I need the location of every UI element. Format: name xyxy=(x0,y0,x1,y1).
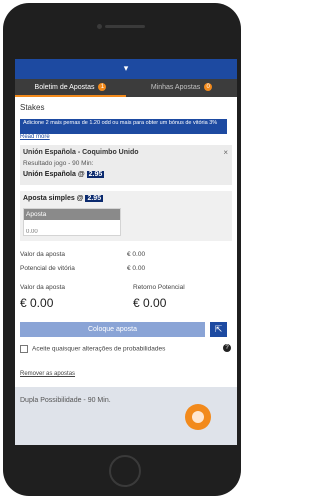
pick-label: Unión Española @ xyxy=(23,171,85,178)
stake-label: Aposta xyxy=(24,209,120,220)
chat-button[interactable] xyxy=(185,404,211,430)
match-name: Unión Española - Coquimbo Unido xyxy=(23,149,139,156)
accept-label: Aceite quaisquer alterações de probabili… xyxy=(32,345,166,353)
retorno-value: € 0.00 xyxy=(133,296,167,310)
screen: ▾ Boletim de Apostas 1 Minhas Apostas 0 … xyxy=(15,59,237,445)
simple-bet-title: Aposta simples @ 2.95 xyxy=(23,195,104,202)
simple-bet-card: Aposta simples @ 2.95 Aposta xyxy=(20,191,232,241)
valor-value: € 0.00 xyxy=(127,251,146,258)
remove-bets-link[interactable]: Remover as apostas xyxy=(20,371,75,377)
chat-icon xyxy=(192,411,204,423)
tab-boletim-label: Boletim de Apostas xyxy=(34,84,95,91)
tab-boletim[interactable]: Boletim de Apostas 1 xyxy=(15,79,126,97)
tab-minhas-apostas[interactable]: Minhas Apostas 0 xyxy=(126,79,237,97)
potencial-label: Potencial de vitória xyxy=(20,265,75,272)
background-market-title: Dupla Possibilidade - 90 Min. xyxy=(20,397,111,404)
tab-minhas-label: Minhas Apostas xyxy=(150,84,201,91)
home-button[interactable] xyxy=(109,455,141,487)
speaker-grille xyxy=(105,25,145,28)
bonus-banner: Adicione 2 mais pernas de 1.20 odd ou ma… xyxy=(20,119,227,134)
tab-minhas-badge: 0 xyxy=(204,83,213,92)
valor-label: Valor da aposta xyxy=(20,251,66,258)
place-bet-button[interactable]: Coloque aposta xyxy=(20,322,205,337)
simple-bet-odd: 2.95 xyxy=(85,195,104,202)
pick-odd: 2.95 xyxy=(86,171,105,178)
retorno-label: Retorno Potencial xyxy=(133,284,185,291)
bet-tabs: Boletim de Apostas 1 Minhas Apostas 0 xyxy=(15,79,237,97)
stake-input[interactable] xyxy=(24,226,118,238)
selection-pick: Unión Española @ 2.95 xyxy=(23,171,105,178)
market-label: Resultado jogo - 90 Min: xyxy=(23,160,94,167)
accept-checkbox[interactable] xyxy=(20,345,28,353)
phone-frame: ▾ Boletim de Apostas 1 Minhas Apostas 0 … xyxy=(3,3,241,496)
share-icon[interactable]: ⇱ xyxy=(210,322,227,337)
top-bar[interactable]: ▾ xyxy=(15,59,237,79)
chevron-down-icon[interactable]: ▾ xyxy=(15,62,237,74)
simple-bet-label: Aposta simples @ xyxy=(23,195,84,202)
valor2-value: € 0.00 xyxy=(20,296,54,310)
read-more-link[interactable]: Read more xyxy=(20,134,50,140)
betslip-panel: Stakes Adicione 2 mais pernas de 1.20 od… xyxy=(15,97,237,387)
potencial-value: € 0.00 xyxy=(127,265,146,272)
camera-icon xyxy=(97,24,102,29)
stake-box: Aposta xyxy=(23,208,121,238)
valor2-label: Valor da aposta xyxy=(20,284,66,291)
tab-boletim-badge: 1 xyxy=(98,83,107,92)
help-icon[interactable]: ? xyxy=(223,344,231,352)
accept-odds-option[interactable]: Aceite quaisquer alterações de probabili… xyxy=(20,345,165,353)
stakes-title: Stakes xyxy=(20,103,45,112)
selection-card: Unión Española - Coquimbo Unido × Result… xyxy=(20,145,232,185)
close-icon[interactable]: × xyxy=(223,148,228,157)
